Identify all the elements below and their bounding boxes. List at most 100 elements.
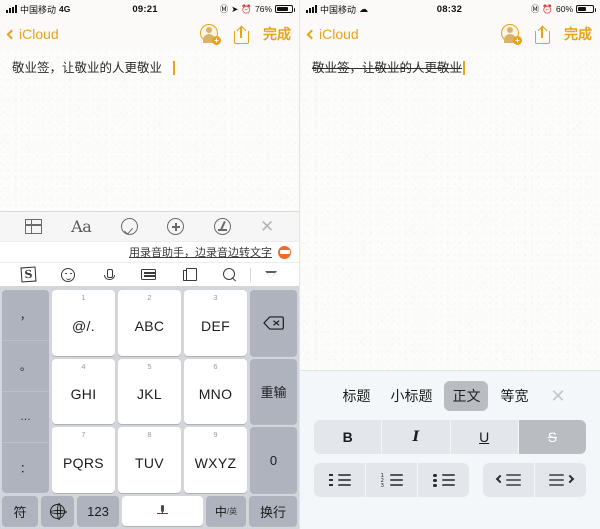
key-number: 9 xyxy=(213,430,218,440)
key-3[interactable]: 3 DEF xyxy=(184,290,247,356)
keypad-main: ， 。 … ： 1 @/. 2 ABC 3 DEF 4 GHI 5 JKL 6 … xyxy=(2,290,297,494)
punctuation-column: ， 。 … ： xyxy=(2,290,49,493)
note-text: 敬业签，让敬业的人更敬业 xyxy=(12,60,163,75)
status-bar: 中国移动 4G 09:21 Ⓜ ➤ ⏰ 76% xyxy=(0,0,299,18)
zero-key[interactable]: 0 xyxy=(250,427,297,494)
bulleted-list-button[interactable] xyxy=(418,463,469,497)
style-monospace-button[interactable]: 等宽 xyxy=(492,381,536,411)
key-number: 5 xyxy=(147,361,152,371)
space-mic-icon xyxy=(156,504,169,518)
notes-format-toolbar: Aa ✕ xyxy=(0,211,299,242)
punct-key-ellipsis[interactable]: … xyxy=(2,392,49,444)
key-2[interactable]: 2 ABC xyxy=(118,290,181,356)
ime-toolbar: S xyxy=(0,262,299,288)
redo-key[interactable]: 重输 xyxy=(250,358,297,425)
bulleted-list-icon xyxy=(433,473,455,487)
punct-key-comma[interactable]: ， xyxy=(2,290,49,342)
add-collaborator-icon[interactable]: + xyxy=(501,24,522,45)
symbols-key[interactable]: 符 xyxy=(2,496,38,526)
checklist-icon[interactable] xyxy=(120,218,138,236)
space-key[interactable] xyxy=(122,496,203,526)
markup-pen-icon[interactable] xyxy=(213,218,231,236)
left-phone-screen: 中国移动 4G 09:21 Ⓜ ➤ ⏰ 76% iCloud + 完成 敬业签，… xyxy=(0,0,300,529)
key-8[interactable]: 8 TUV xyxy=(118,427,181,493)
dashed-list-button[interactable] xyxy=(314,463,365,497)
key-number: 7 xyxy=(81,430,86,440)
keypad-right-column: 重输 0 xyxy=(250,290,297,494)
key-9[interactable]: 9 WXYZ xyxy=(184,427,247,493)
punct-key-period[interactable]: 。 xyxy=(2,341,49,393)
close-icon[interactable]: ✕ xyxy=(550,387,565,405)
text-format-icon[interactable]: Aa xyxy=(71,217,92,236)
close-icon[interactable]: ✕ xyxy=(260,218,274,235)
text-format-panel: 标题 小标题 正文 等宽 ✕ B I U S 1 2 3 xyxy=(300,370,600,529)
sogou-logo-icon[interactable]: S xyxy=(8,266,48,283)
alarm-clock-icon: ⏰ xyxy=(241,3,252,14)
status-time: 09:21 xyxy=(132,3,158,15)
italic-button[interactable]: I xyxy=(382,420,450,454)
share-icon[interactable] xyxy=(535,25,550,44)
at-icon: Ⓜ xyxy=(530,3,540,14)
keypad-bottom-row: 符 123 中/英 换行 xyxy=(2,496,297,526)
key-number: 4 xyxy=(81,361,86,371)
strikethrough-label: S xyxy=(547,429,558,445)
right-phone-screen: 中国移动 ☁ 08:32 Ⓜ ⏰ 60% iCloud + 完成 敬业签，让敬业… xyxy=(300,0,600,529)
key-4[interactable]: 4 GHI xyxy=(52,358,115,425)
ime-ad-text: 用录音助手，边录音边转文字 xyxy=(129,246,272,260)
numbered-list-icon: 1 2 3 xyxy=(381,473,403,488)
text-caret xyxy=(173,61,176,75)
list-and-indent-row: 1 2 3 xyxy=(314,463,586,497)
delete-key[interactable] xyxy=(250,290,297,356)
note-editor[interactable]: 敬业签，让敬业的人更敬业 xyxy=(300,50,600,370)
navigation-bar: iCloud + 完成 xyxy=(300,18,600,50)
back-button[interactable]: iCloud xyxy=(6,26,59,42)
add-collaborator-icon[interactable]: + xyxy=(200,24,221,45)
numbered-list-button[interactable]: 1 2 3 xyxy=(366,463,417,497)
voice-input-icon[interactable] xyxy=(89,268,129,282)
status-bar: 中国移动 ☁ 08:32 Ⓜ ⏰ 60% xyxy=(300,0,600,18)
outdent-button[interactable] xyxy=(483,463,534,497)
key-label: JKL xyxy=(136,386,163,403)
indent-button[interactable] xyxy=(535,463,586,497)
key-label: GHI xyxy=(70,386,97,403)
enter-key[interactable]: 换行 xyxy=(249,496,297,526)
battery-icon xyxy=(275,4,295,14)
keyboard-switch-icon[interactable] xyxy=(129,269,169,281)
style-body-button[interactable]: 正文 xyxy=(444,381,489,411)
done-button[interactable]: 完成 xyxy=(263,24,291,44)
globe-key[interactable] xyxy=(41,496,74,526)
share-icon[interactable] xyxy=(234,25,249,44)
key-7[interactable]: 7 PQRS xyxy=(52,427,115,493)
key-5[interactable]: 5 JKL xyxy=(118,358,181,425)
note-editor[interactable]: 敬业签，让敬业的人更敬业 xyxy=(0,50,299,212)
punct-key-colon[interactable]: ： xyxy=(2,443,49,493)
key-number: 2 xyxy=(147,293,152,303)
language-sublabel: /英 xyxy=(226,506,238,516)
table-icon[interactable] xyxy=(24,219,42,235)
navigation-bar: iCloud + 完成 xyxy=(0,18,299,50)
outdent-icon xyxy=(495,473,521,487)
back-button[interactable]: iCloud xyxy=(306,26,359,42)
underline-label: U xyxy=(479,429,490,445)
key-1[interactable]: 1 @/. xyxy=(52,290,115,356)
style-title-button[interactable]: 标题 xyxy=(334,381,378,411)
done-button[interactable]: 完成 xyxy=(564,24,592,44)
numbers-key[interactable]: 123 xyxy=(77,496,119,526)
search-icon[interactable] xyxy=(209,267,249,282)
language-toggle-key[interactable]: 中/英 xyxy=(206,496,246,526)
clipboard-icon[interactable] xyxy=(169,268,209,282)
ime-ad-banner[interactable]: 用录音助手，边录音边转文字 xyxy=(0,241,299,263)
key-6[interactable]: 6 MNO xyxy=(184,358,247,425)
alarm-clock-icon: ⏰ xyxy=(542,3,553,14)
avatar-head xyxy=(506,27,513,33)
add-attachment-icon[interactable] xyxy=(167,218,185,236)
nav-actions: + 完成 xyxy=(501,24,592,45)
style-heading-button[interactable]: 小标题 xyxy=(382,381,440,411)
emoji-icon[interactable] xyxy=(48,267,88,282)
strikethrough-button[interactable]: S xyxy=(518,420,586,454)
collapse-keyboard-icon[interactable] xyxy=(251,271,291,279)
underline-button[interactable]: U xyxy=(450,420,518,454)
key-label: @/. xyxy=(72,317,95,334)
bold-button[interactable]: B xyxy=(314,420,382,454)
key-number: 8 xyxy=(147,430,152,440)
